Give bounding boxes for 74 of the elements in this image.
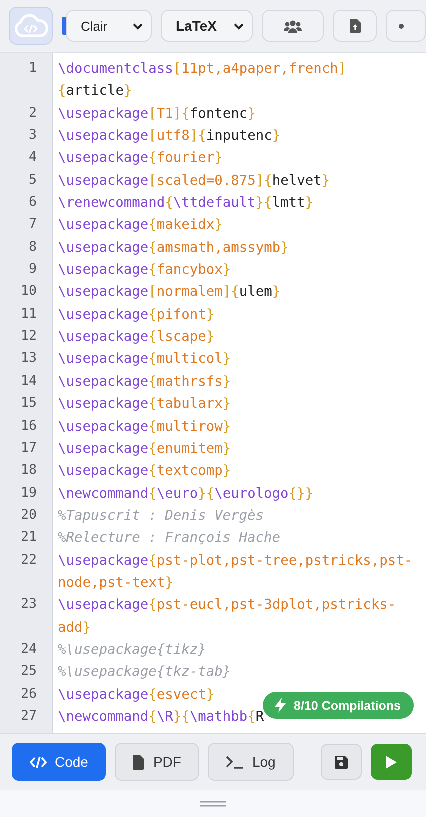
line-number: 6 [28, 194, 37, 212]
code-line: \usepackage[normalem]{ulem} [58, 283, 281, 302]
dot-icon [399, 24, 404, 28]
view-tab[interactable]: Log [208, 743, 294, 781]
code-line: \usepackage[T1]{fontenc} [58, 104, 256, 124]
view-tab[interactable]: Code [12, 743, 106, 781]
line-number: 23 [20, 596, 37, 614]
line-number: 9 [28, 261, 37, 280]
line-number: 19 [20, 484, 37, 503]
users-icon [284, 20, 302, 32]
code-line: %Relecture : François Hache [58, 529, 280, 548]
compilations-badge: 8/10 Compilations [263, 692, 414, 719]
code-line: %\usepackage{tkz-tab} [58, 663, 232, 682]
code-line: \usepackage{makeidx} [58, 216, 223, 236]
file-upload-icon [350, 19, 360, 33]
view-tab[interactable]: PDF [115, 743, 200, 781]
line-number: 8 [28, 238, 37, 257]
line-number: 24 [20, 640, 37, 659]
line-number: 4 [28, 149, 37, 168]
run-button[interactable] [371, 744, 412, 780]
line-number: 7 [28, 216, 37, 234]
code-line: \newcommand{\R}{\mathbb{R [58, 708, 264, 727]
code-line: \usepackage{amsmath,amssymb} [58, 238, 289, 258]
language-select[interactable]: LaTeX [161, 10, 253, 42]
users-button[interactable] [262, 10, 324, 42]
code-line: \usepackage{tabularx} [58, 395, 232, 414]
line-number: 20 [20, 506, 37, 525]
code-line: \usepackage{multicol} [58, 350, 232, 370]
code-editor[interactable] [0, 52, 426, 733]
code-line: %\usepackage{tikz} [58, 640, 206, 660]
code-line: \usepackage{lscape} [58, 328, 215, 348]
code-line: %Tapuscrit : Denis Vergès [58, 506, 264, 526]
pdf-file-icon [133, 754, 146, 770]
code-line: \usepackage[utf8]{inputenc} [58, 127, 281, 146]
code-line: \newcommand{\euro}{\eurologo{}} [58, 484, 314, 504]
line-number: 21 [20, 529, 37, 548]
line-number: 14 [20, 372, 37, 391]
line-number: 11 [20, 306, 37, 324]
code-icon [30, 756, 47, 768]
line-number: 3 [28, 127, 37, 146]
line-number: 15 [20, 395, 37, 414]
code-line: \renewcommand{\ttdefault}{lmtt} [58, 194, 314, 214]
code-line: \usepackage{esvect} [58, 686, 215, 705]
code-line: \usepackage[scaled=0.875]{helvet} [58, 172, 330, 191]
line-number: 13 [20, 350, 37, 368]
code-line: \usepackage{mathrsfs} [58, 372, 232, 392]
resize-handle-icon [200, 800, 226, 806]
code-line: \usepackage{textcomp} [58, 462, 232, 482]
line-number: 2 [28, 104, 37, 123]
line-number: 10 [20, 283, 37, 302]
line-number: 16 [20, 418, 37, 436]
save-button[interactable] [321, 744, 362, 780]
code-line: \usepackage{pifont} [58, 306, 215, 325]
theme-select[interactable]: Clair [66, 10, 152, 42]
play-icon [386, 756, 397, 768]
code-line: \usepackage{fancybox} [58, 261, 232, 280]
save-icon [335, 756, 348, 768]
line-number: 26 [20, 686, 37, 704]
line-number: 1 [28, 60, 37, 78]
line-number: 25 [20, 663, 37, 682]
file-upload-button[interactable] [333, 10, 377, 42]
line-number: 22 [20, 552, 37, 570]
line-number: 5 [28, 172, 37, 190]
line-number: 12 [20, 328, 37, 346]
code-line: \usepackage{enumitem} [58, 440, 232, 459]
cloud-code-icon [14, 14, 48, 38]
line-number: 17 [20, 440, 37, 458]
chevron-icon [133, 22, 143, 30]
chevron-icon [234, 22, 244, 30]
terminal-icon [226, 756, 244, 768]
line-number: 18 [20, 462, 37, 480]
line-number: 27 [20, 708, 37, 726]
bolt-icon [275, 698, 286, 713]
code-line: \usepackage{multirow} [58, 418, 232, 436]
